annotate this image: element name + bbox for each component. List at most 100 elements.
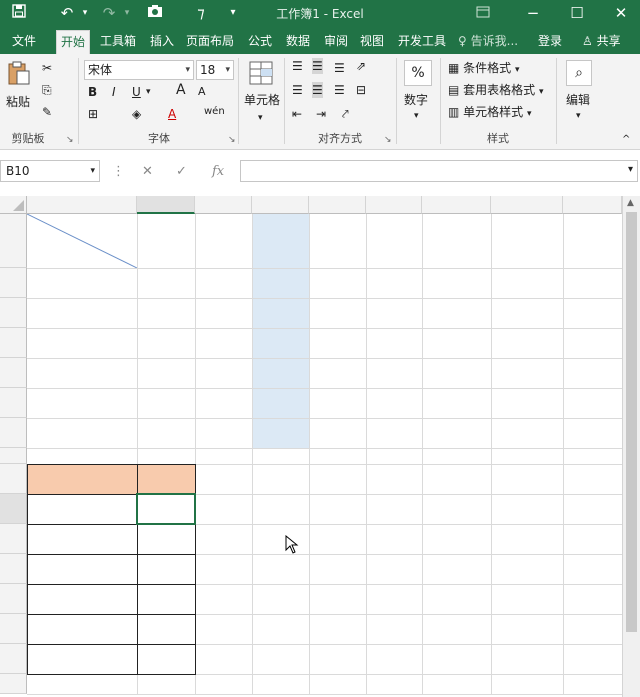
row-header-10[interactable] <box>0 494 27 524</box>
selected-cell-b10[interactable] <box>136 493 196 525</box>
chevron-down-icon[interactable]: ▾ <box>576 108 581 124</box>
row-header-6[interactable] <box>0 388 27 418</box>
tab-toolbox[interactable]: 工具箱 <box>96 30 140 54</box>
copy-icon[interactable]: ⎘ <box>42 82 52 98</box>
login-link[interactable]: 登录 <box>534 30 566 54</box>
tab-home[interactable]: 开始 <box>56 30 91 54</box>
row-header-8[interactable] <box>0 448 27 464</box>
column-header-g[interactable] <box>422 196 491 214</box>
cancel-icon[interactable]: ✕ <box>142 164 153 179</box>
chevron-down-icon[interactable]: ▾ <box>258 110 263 126</box>
italic-button[interactable]: I <box>112 84 116 100</box>
tab-developer[interactable]: 开发工具 <box>394 30 450 54</box>
shrink-font-button[interactable]: A <box>198 84 206 100</box>
underline-dropdown-icon[interactable]: ▾ <box>146 84 151 100</box>
font-color-button[interactable]: A <box>168 106 176 122</box>
column-header-d[interactable] <box>252 196 309 214</box>
column-header-i[interactable] <box>563 196 622 214</box>
column-header-h[interactable] <box>491 196 563 214</box>
worksheet-grid[interactable]: ▲ <box>0 196 640 697</box>
number-format-button[interactable]: 数字 <box>404 92 428 108</box>
tab-formulas[interactable]: 公式 <box>244 30 276 54</box>
orientation-icon[interactable]: ⤤ <box>342 106 349 122</box>
tab-data[interactable]: 数据 <box>282 30 314 54</box>
align-middle-icon[interactable]: ☰ <box>312 58 323 74</box>
align-right-icon[interactable]: ☰ <box>334 82 345 98</box>
font-launcher-icon[interactable]: ↘ <box>228 132 236 148</box>
tab-insert[interactable]: 插入 <box>146 30 178 54</box>
clipboard-launcher-icon[interactable]: ↘ <box>66 132 74 148</box>
font-name-select[interactable]: 宋体 ▾ <box>84 60 194 80</box>
underline-button[interactable]: U <box>132 84 141 100</box>
alignment-launcher-icon[interactable]: ↘ <box>384 132 392 148</box>
row-header-11[interactable] <box>0 524 27 554</box>
row-gridline <box>27 388 622 389</box>
column-header-a[interactable] <box>27 196 137 214</box>
select-all-corner[interactable] <box>0 196 27 214</box>
row-header-9[interactable] <box>0 464 27 494</box>
tab-review[interactable]: 审阅 <box>320 30 352 54</box>
scrollbar-thumb[interactable] <box>626 212 637 632</box>
tab-file[interactable]: 文件 <box>8 30 40 54</box>
cell-format-icon[interactable] <box>248 60 274 90</box>
decrease-indent-icon[interactable]: ⇤ <box>292 106 302 122</box>
align-top-icon[interactable]: ☰ <box>292 58 303 74</box>
formula-input[interactable]: ▾ <box>240 160 638 182</box>
row-header-1[interactable] <box>0 214 27 268</box>
row-header-7[interactable] <box>0 418 27 448</box>
cell-format-button[interactable]: 单元格 <box>244 92 280 108</box>
cell-styles-button[interactable]: ▥ 单元格样式 ▾ <box>448 104 532 122</box>
ribbon-display-icon[interactable] <box>472 3 494 23</box>
increase-indent-icon[interactable]: ⇥ <box>316 106 326 122</box>
row-header-5[interactable] <box>0 358 27 388</box>
column-header-f[interactable] <box>366 196 422 214</box>
name-box[interactable]: B10 ▾ <box>0 160 100 182</box>
maximize-icon[interactable]: ☐ <box>566 3 588 23</box>
title-bar: ↶ ▾ ↷ ▾ ⁊ ▾ 工作簿1 - Excel − ☐ ✕ <box>0 0 640 26</box>
insert-function-icon[interactable]: fx <box>212 164 224 179</box>
share-button[interactable]: ♙ 共享 <box>578 30 625 54</box>
tell-me-box[interactable]: ♀ 告诉我... <box>454 30 522 54</box>
close-icon[interactable]: ✕ <box>610 3 632 23</box>
vertical-scrollbar[interactable]: ▲ <box>622 196 640 697</box>
column-header-b[interactable] <box>137 196 195 214</box>
grow-font-button[interactable]: A <box>176 82 186 98</box>
row-header-16[interactable] <box>0 674 27 694</box>
row-header-2[interactable] <box>0 268 27 298</box>
paste-button[interactable]: 粘贴 <box>6 94 30 110</box>
row-header-12[interactable] <box>0 554 27 584</box>
align-center-icon[interactable]: ☰ <box>312 82 323 98</box>
row-header-13[interactable] <box>0 584 27 614</box>
fill-color-icon[interactable]: ◈ <box>132 106 141 122</box>
share-label: 共享 <box>596 34 621 48</box>
cut-icon[interactable]: ✂ <box>42 60 52 76</box>
tab-page-layout[interactable]: 页面布局 <box>182 30 238 54</box>
paste-icon[interactable] <box>6 60 32 90</box>
tab-view[interactable]: 视图 <box>356 30 388 54</box>
conditional-format-button[interactable]: ▦ 条件格式 ▾ <box>448 60 520 78</box>
edit-button[interactable]: 编辑 <box>566 92 590 108</box>
minimize-icon[interactable]: − <box>522 3 544 23</box>
confirm-icon[interactable]: ✓ <box>176 164 187 179</box>
row-header-3[interactable] <box>0 298 27 328</box>
bold-button[interactable]: B <box>88 84 97 100</box>
search-icon[interactable]: ⌕ <box>566 60 592 86</box>
font-size-select[interactable]: 18 ▾ <box>196 60 234 80</box>
column-header-e[interactable] <box>309 196 366 214</box>
scroll-up-icon[interactable]: ▲ <box>627 198 634 208</box>
column-header-c[interactable] <box>195 196 252 214</box>
format-as-table-button[interactable]: ▤ 套用表格格式 ▾ <box>448 82 544 100</box>
collapse-ribbon-icon[interactable]: ^ <box>622 132 630 148</box>
phonetic-button[interactable]: wén <box>204 104 225 120</box>
row-header-15[interactable] <box>0 644 27 674</box>
merge-cells-icon[interactable]: ⊟ <box>356 82 366 98</box>
percent-icon[interactable]: % <box>404 60 432 86</box>
align-left-icon[interactable]: ☰ <box>292 82 303 98</box>
text-direction-icon[interactable]: ⇗ <box>356 58 366 74</box>
border-icon[interactable]: ⊞ <box>88 106 98 122</box>
align-bottom-icon[interactable]: ☰ <box>334 60 345 76</box>
chevron-down-icon[interactable]: ▾ <box>414 108 419 124</box>
format-painter-icon[interactable]: ✎ <box>42 104 52 120</box>
row-header-4[interactable] <box>0 328 27 358</box>
row-header-14[interactable] <box>0 614 27 644</box>
